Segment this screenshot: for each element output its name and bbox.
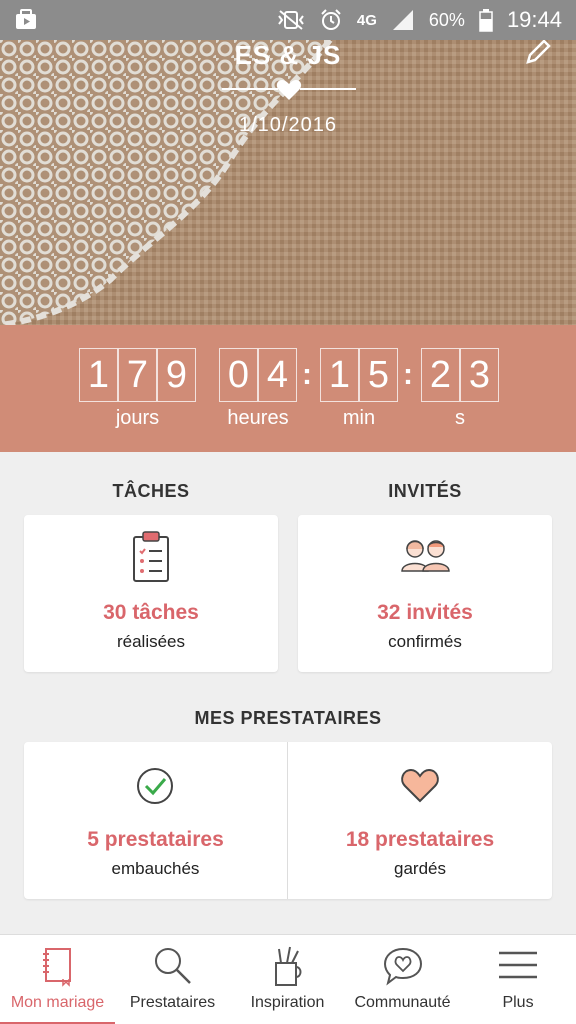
vendors-card: 5 prestataires embauchés 18 prestataires…	[24, 742, 552, 899]
bottom-navigation: Mon mariage Prestataires Inspiration Com…	[0, 934, 576, 1024]
saved-vendors-count: 18 prestataires	[345, 828, 495, 851]
nav-label: Communauté	[354, 994, 451, 1011]
couple-guests-icon	[401, 540, 450, 572]
countdown-digit: 5	[359, 348, 398, 402]
couple-names: ES & JS	[234, 40, 342, 70]
nav-inspiration[interactable]: Inspiration	[230, 935, 345, 1024]
countdown-digit: 7	[118, 348, 157, 402]
hired-vendors-status: embauchés	[111, 859, 200, 878]
media-notification-icon	[16, 9, 36, 29]
countdown-digit: 3	[460, 348, 499, 402]
clipboard-checklist-icon	[133, 531, 169, 582]
nav-label: Mon mariage	[10, 994, 105, 1011]
guests-card[interactable]: 32 invités confirmés	[298, 515, 552, 672]
edit-pencil-icon[interactable]	[524, 40, 554, 66]
status-bar: 4G 60% 19:44	[0, 0, 576, 40]
clock: 19:44	[506, 7, 562, 32]
heart-chat-icon	[383, 947, 422, 986]
countdown-digit: 1	[79, 348, 118, 402]
wedding-date: 1/10/2016	[239, 114, 337, 136]
saved-vendors-status: gardés	[394, 859, 446, 878]
nav-prestataires[interactable]: Prestataires	[115, 935, 230, 1024]
guests-count: 32 invités	[377, 601, 473, 624]
countdown-digit: 4	[258, 348, 297, 402]
days-label: jours	[115, 407, 160, 429]
battery-percent: 60%	[428, 9, 465, 30]
nav-label: Inspiration	[250, 994, 325, 1011]
minutes-label: min	[342, 407, 376, 429]
pencil-cup-icon	[274, 946, 301, 986]
network-type: 4G	[356, 11, 377, 29]
nav-mon-mariage[interactable]: Mon mariage	[0, 935, 115, 1024]
check-circle-icon	[137, 768, 173, 804]
hired-vendors-panel[interactable]: 5 prestataires embauchés	[24, 742, 287, 899]
countdown-digit: 0	[219, 348, 258, 402]
heart-divider-icon	[222, 80, 356, 100]
wedding-hero: ES & JS 1/10/2016	[0, 40, 576, 325]
signal-icon	[392, 10, 413, 30]
seconds-label: s	[455, 407, 465, 429]
wedding-countdown: 1 7 9 0 4 : 1 5 : 2 3 jours heures min s	[0, 325, 576, 452]
nav-label: Prestataires	[129, 994, 216, 1011]
tasks-status: réalisées	[116, 632, 186, 651]
countdown-digit: 1	[320, 348, 359, 402]
countdown-colon: :	[302, 358, 312, 391]
hired-vendors-count: 5 prestataires	[87, 828, 224, 851]
vendors-heading: MES PRESTATAIRES	[194, 708, 382, 728]
nav-label: Plus	[502, 994, 534, 1011]
countdown-digit: 2	[421, 348, 460, 402]
notebook-icon	[42, 948, 71, 987]
search-icon	[154, 948, 191, 984]
heart-icon	[401, 768, 439, 803]
countdown-colon: :	[403, 358, 413, 391]
alarm-icon	[321, 9, 341, 30]
tasks-count: 30 tâches	[103, 601, 199, 624]
mute-vibrate-icon	[278, 10, 304, 30]
guests-heading: INVITÉS	[388, 481, 462, 501]
tasks-heading: TÂCHES	[112, 481, 190, 501]
nav-communaute[interactable]: Communauté	[345, 935, 460, 1024]
hours-label: heures	[227, 407, 289, 429]
tasks-card[interactable]: 30 tâches réalisées	[24, 515, 278, 672]
countdown-digit: 9	[157, 348, 196, 402]
battery-icon	[479, 9, 493, 32]
guests-status: confirmés	[388, 632, 462, 651]
saved-vendors-panel[interactable]: 18 prestataires gardés	[288, 742, 552, 899]
nav-plus[interactable]: Plus	[460, 935, 576, 1024]
menu-icon	[499, 951, 537, 979]
